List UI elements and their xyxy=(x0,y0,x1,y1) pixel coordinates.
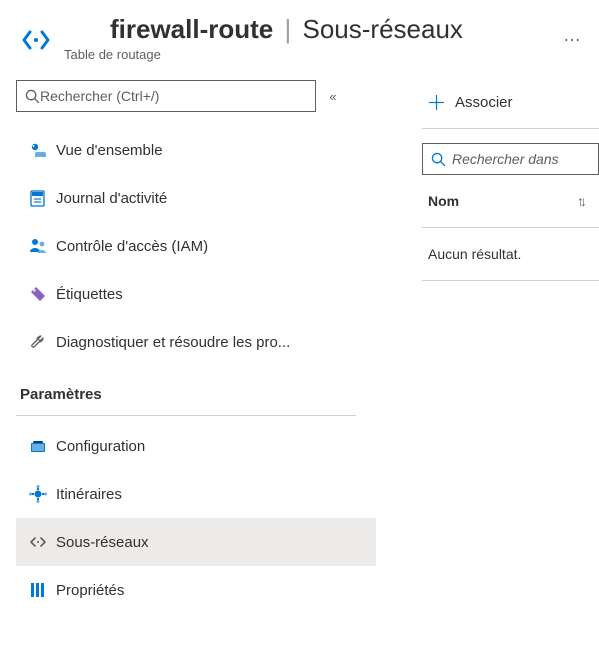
sidebar-item-routes[interactable]: Itinéraires xyxy=(16,470,376,518)
routes-icon xyxy=(24,485,52,503)
sidebar-item-label: Diagnostiquer et résoudre les pro... xyxy=(56,334,368,351)
resource-type-icon xyxy=(16,20,56,60)
sort-icon[interactable]: ↑↓ xyxy=(577,193,583,209)
activity-log-icon xyxy=(24,189,52,207)
resource-name: firewall-route xyxy=(64,6,273,44)
column-name[interactable]: Nom xyxy=(428,193,459,209)
collapse-sidebar-button[interactable]: « xyxy=(316,89,350,104)
search-icon xyxy=(431,152,446,167)
subnet-filter-input[interactable] xyxy=(452,151,599,167)
tags-icon xyxy=(24,285,52,303)
sidebar-item-label: Itinéraires xyxy=(56,486,368,503)
overview-icon xyxy=(24,141,52,159)
toolbar-divider xyxy=(422,128,599,129)
main-pane: Associer Nom ↑↓ Aucun résultat. xyxy=(376,72,599,281)
plus-icon xyxy=(428,94,445,111)
properties-icon xyxy=(24,581,52,599)
table-empty-message: Aucun résultat. xyxy=(422,228,599,281)
associate-button[interactable]: Associer xyxy=(422,90,519,115)
sidebar-item-properties[interactable]: Propriétés xyxy=(16,566,376,614)
sidebar-item-label: Configuration xyxy=(56,438,368,455)
blade-title: firewall-route | Sous-réseaux xyxy=(64,14,551,45)
sidebar-item-label: Étiquettes xyxy=(56,286,368,303)
more-menu-button[interactable]: … xyxy=(551,14,583,44)
sidebar-search-input[interactable] xyxy=(40,88,307,104)
sidebar-item-label: Vue d'ensemble xyxy=(56,142,368,159)
sidebar-item-label: Journal d'activité xyxy=(56,190,368,207)
table-header: Nom ↑↓ xyxy=(422,175,599,228)
sidebar-item-overview[interactable]: Vue d'ensemble xyxy=(16,126,376,174)
sidebar-item-configuration[interactable]: Configuration xyxy=(16,422,376,470)
sidebar-item-label: Propriétés xyxy=(56,582,368,599)
blade-section: Sous-réseaux xyxy=(302,14,462,44)
section-divider xyxy=(16,415,356,416)
sidebar-item-subnets[interactable]: Sous-réseaux xyxy=(16,518,376,566)
sidebar-item-diagnose[interactable]: Diagnostiquer et résoudre les pro... xyxy=(16,318,376,366)
sidebar-search[interactable] xyxy=(16,80,316,112)
iam-icon xyxy=(24,237,52,255)
sidebar-item-tags[interactable]: Étiquettes xyxy=(16,270,376,318)
resource-type-label: Table de routage xyxy=(64,47,551,62)
sidebar: « Vue d'ensemble Journal d'activité Cont… xyxy=(16,72,376,614)
sidebar-item-access-control[interactable]: Contrôle d'accès (IAM) xyxy=(16,222,376,270)
section-heading-settings: Paramètres xyxy=(16,366,376,413)
sidebar-item-label: Sous-réseaux xyxy=(56,534,368,551)
subnet-filter[interactable] xyxy=(422,143,599,175)
blade-header: firewall-route | Sous-réseaux Table de r… xyxy=(0,0,599,72)
subnets-icon xyxy=(24,533,52,551)
associate-label: Associer xyxy=(455,94,513,111)
toolbar: Associer xyxy=(422,80,599,124)
diagnose-icon xyxy=(24,333,52,351)
sidebar-item-label: Contrôle d'accès (IAM) xyxy=(56,238,368,255)
sidebar-item-activity-log[interactable]: Journal d'activité xyxy=(16,174,376,222)
search-icon xyxy=(25,89,40,104)
configuration-icon xyxy=(24,437,52,455)
